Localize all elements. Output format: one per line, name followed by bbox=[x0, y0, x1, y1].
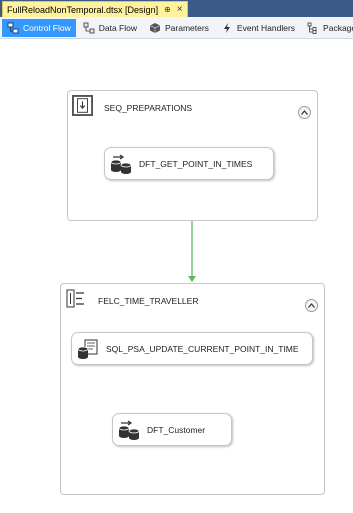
execute-sql-task[interactable]: SQL_PSA_UPDATE_CURRENT_POINT_IN_TIME bbox=[71, 332, 313, 365]
chevron-up-icon bbox=[301, 110, 308, 115]
container-header: FELC_TIME_TRAVELLER bbox=[61, 284, 324, 318]
document-tab[interactable]: FullReloadNonTemporal.dtsx [Design] ⊕ × bbox=[2, 1, 188, 17]
document-tab-strip: FullReloadNonTemporal.dtsx [Design] ⊕ × bbox=[0, 0, 353, 17]
container-title: SEQ_PREPARATIONS bbox=[104, 103, 193, 113]
chevron-up-icon bbox=[308, 303, 315, 308]
task-label: DFT_GET_POINT_IN_TIMES bbox=[139, 159, 253, 169]
package-explorer-icon bbox=[307, 22, 317, 34]
precedence-constraint-seq-to-felc[interactable] bbox=[188, 220, 196, 282]
parameters-icon bbox=[149, 22, 161, 33]
collapse-button[interactable] bbox=[298, 106, 311, 119]
event-handlers-icon bbox=[223, 22, 230, 33]
document-tab-title: FullReloadNonTemporal.dtsx [Design] bbox=[7, 4, 159, 15]
task-label: DFT_Customer bbox=[147, 425, 206, 435]
tab-package-explorer[interactable]: Package bbox=[302, 19, 353, 37]
data-flow-task[interactable]: DFT_Customer bbox=[112, 413, 232, 446]
tab-data-flow-label: Data Flow bbox=[98, 22, 137, 33]
data-flow-task-icon bbox=[118, 420, 140, 440]
sequence-container[interactable]: SEQ_PREPARATIONS DFT_GET_POINT_IN_TIMES bbox=[67, 90, 318, 221]
execute-sql-task-icon bbox=[77, 339, 98, 359]
foreach-loop-container-icon bbox=[65, 288, 86, 309]
tab-package-explorer-label: Package bbox=[323, 22, 353, 33]
tab-control-flow[interactable]: Control Flow bbox=[2, 18, 76, 37]
tab-parameters[interactable]: Parameters bbox=[144, 19, 214, 37]
control-flow-icon bbox=[7, 22, 19, 33]
tab-event-handlers[interactable]: Event Handlers bbox=[216, 19, 300, 37]
designer-tabs: Control Flow Data Flow Parameters Event … bbox=[0, 17, 353, 39]
tab-data-flow[interactable]: Data Flow bbox=[78, 19, 142, 37]
tab-parameters-label: Parameters bbox=[164, 22, 209, 33]
data-flow-task[interactable]: DFT_GET_POINT_IN_TIMES bbox=[104, 147, 274, 180]
tab-event-handlers-label: Event Handlers bbox=[236, 22, 296, 33]
close-icon[interactable]: × bbox=[177, 4, 183, 15]
data-flow-task-icon bbox=[110, 154, 132, 174]
control-flow-canvas[interactable]: SEQ_PREPARATIONS DFT_GET_POINT_IN_TIMES bbox=[0, 39, 353, 513]
data-flow-icon bbox=[83, 22, 95, 33]
task-label: SQL_PSA_UPDATE_CURRENT_POINT_IN_TIME bbox=[106, 344, 299, 354]
pin-icon[interactable]: ⊕ bbox=[164, 5, 171, 14]
container-title: FELC_TIME_TRAVELLER bbox=[98, 296, 199, 306]
collapse-button[interactable] bbox=[305, 299, 318, 312]
tab-control-flow-label: Control Flow bbox=[23, 22, 71, 33]
container-header: SEQ_PREPARATIONS bbox=[68, 91, 317, 125]
sequence-container-icon bbox=[72, 95, 93, 116]
foreach-loop-container[interactable]: FELC_TIME_TRAVELLER SQL_PSA_UPDATE_CURRE… bbox=[60, 283, 325, 495]
